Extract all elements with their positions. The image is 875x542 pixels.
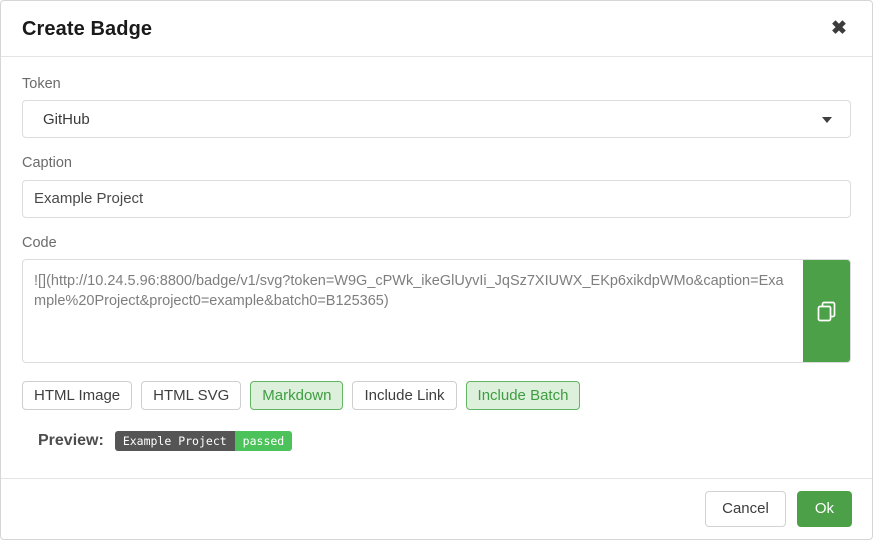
code-field-row: ![](http://10.24.5.96:8800/badge/v1/svg?… — [22, 259, 851, 364]
dialog-header: Create Badge ✖ — [1, 1, 872, 57]
copy-icon[interactable] — [803, 260, 850, 363]
token-label: Token — [22, 76, 61, 92]
status-badge: Example Project passed — [114, 431, 293, 452]
create-badge-dialog: Create Badge ✖ Token GitHub Caption Code… — [0, 0, 873, 540]
dialog-body: Token GitHub Caption Code ![](http://10.… — [1, 57, 872, 478]
page-title: Create Badge — [22, 17, 153, 40]
preview-row: Preview: Example Project passed — [22, 431, 851, 452]
badge-status: passed — [234, 431, 293, 452]
token-select-wrapper: GitHub — [22, 100, 851, 139]
preview-label: Preview: — [38, 432, 104, 450]
cancel-button[interactable]: Cancel — [705, 491, 786, 527]
code-textarea[interactable]: ![](http://10.24.5.96:8800/badge/v1/svg?… — [23, 260, 803, 362]
close-icon[interactable]: ✖ — [826, 16, 852, 42]
caption-input[interactable] — [22, 179, 851, 218]
toggle-include-link[interactable]: Include Link — [352, 381, 457, 411]
token-select-value: GitHub — [43, 110, 90, 128]
token-select[interactable]: GitHub — [22, 100, 851, 139]
toggle-html-svg[interactable]: HTML SVG — [141, 381, 242, 411]
badge-caption: Example Project — [114, 431, 235, 452]
caption-label: Caption — [22, 155, 72, 172]
toggle-html-image[interactable]: HTML Image — [22, 381, 133, 411]
code-label: Code — [22, 234, 57, 251]
ok-button[interactable]: Ok — [796, 491, 852, 527]
toggle-markdown[interactable]: Markdown — [250, 381, 344, 411]
dialog-footer: Cancel Ok — [1, 478, 872, 539]
format-toggle-group: HTML Image HTML SVG Markdown Include Lin… — [22, 381, 851, 411]
toggle-include-batch[interactable]: Include Batch — [465, 381, 581, 411]
